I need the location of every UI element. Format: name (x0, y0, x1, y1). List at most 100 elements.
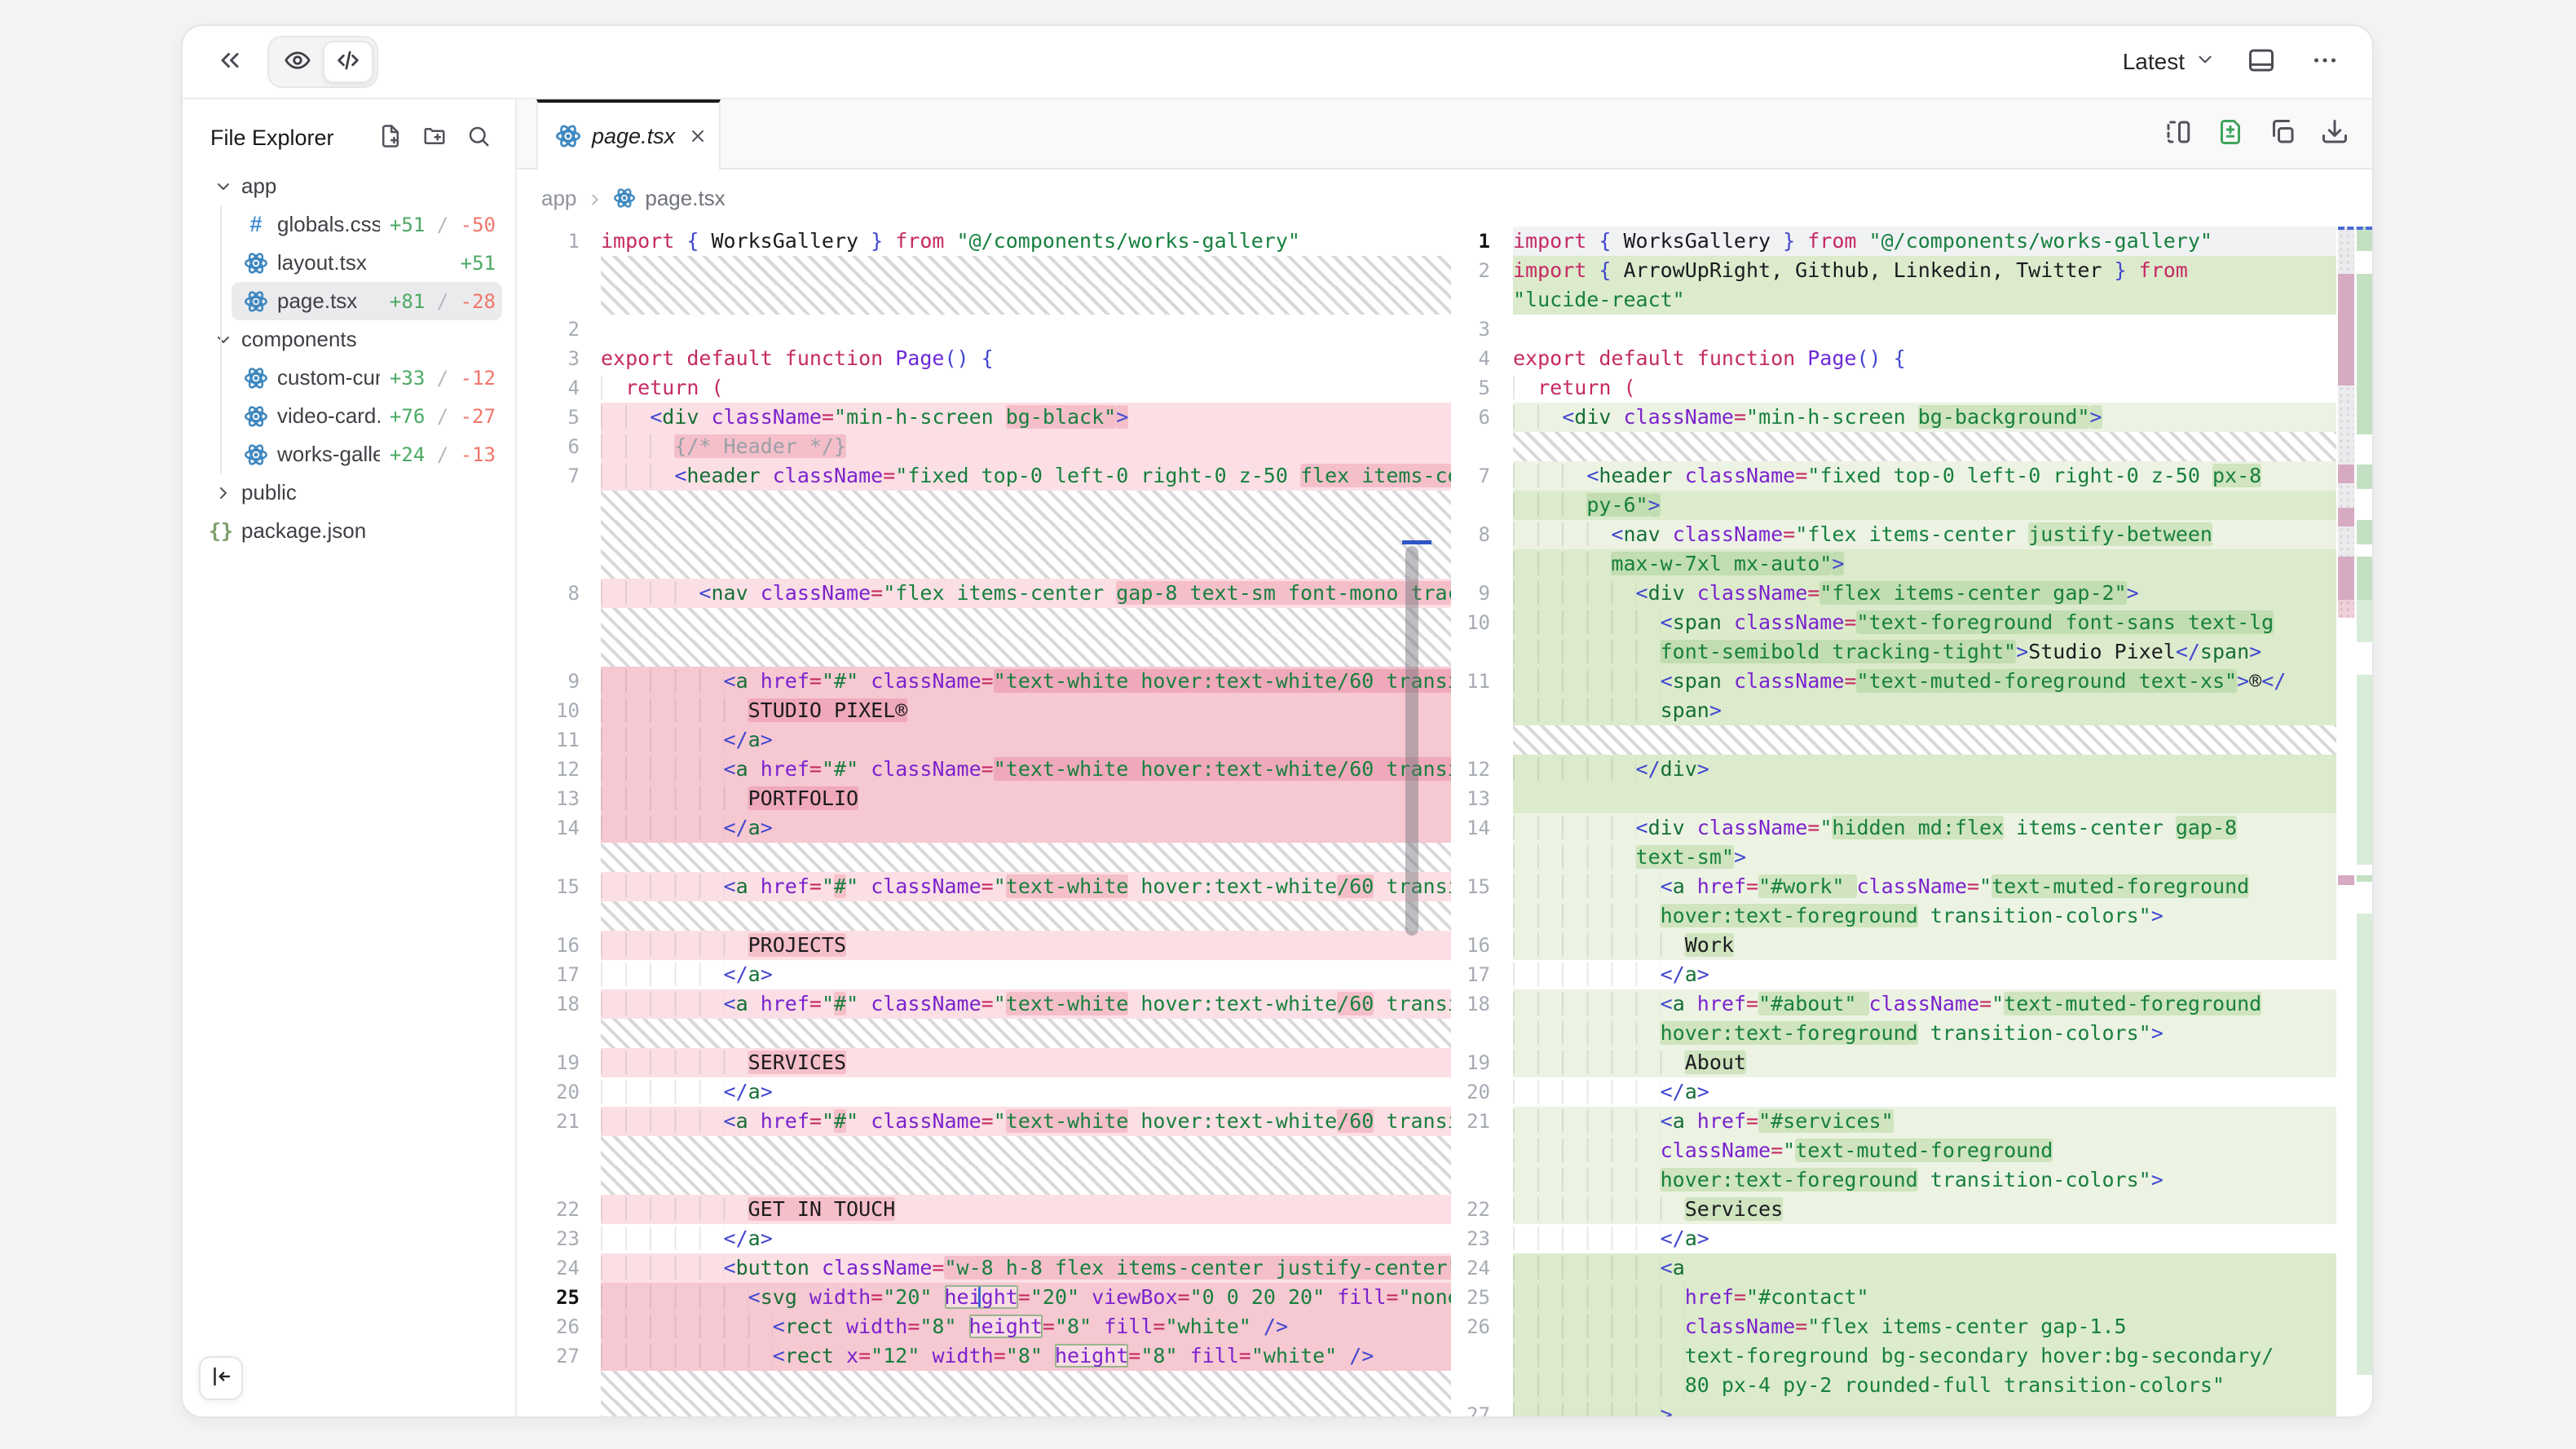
diff-overview-ruler[interactable] (2336, 227, 2372, 1416)
breadcrumb-file[interactable]: page.tsx (645, 186, 725, 211)
diff-row-modified-22[interactable]: 15 <a href="#work" className="text-muted… (1451, 872, 2336, 901)
breadcrumb-folder[interactable]: app (541, 186, 576, 211)
diff-row-original-33[interactable]: 22 GET IN TOUCH (517, 1195, 1451, 1224)
diff-row-original-31[interactable] (517, 1136, 1451, 1165)
tree-item-package.json[interactable]: {}package.json (196, 512, 502, 550)
diff-row-modified-40[interactable]: 27 > (1451, 1400, 2336, 1416)
tree-item-components[interactable]: components (196, 320, 502, 359)
diff-row-original-17[interactable]: 11 </a> (517, 725, 1451, 755)
diff-pane-original[interactable]: 1import { WorksGallery } from "@/compone… (517, 227, 1451, 1416)
diff-row-modified-15[interactable]: 11 <span className="text-muted-foregroun… (1451, 667, 2336, 696)
diff-row-modified-39[interactable]: 80 px-4 py-2 rounded-full transition-col… (1451, 1371, 2336, 1400)
diff-row-modified-6[interactable]: 6 <div className="min-h-screen bg-backgr… (1451, 403, 2336, 432)
diff-row-original-22[interactable]: 15 <a href="#" className="text-white hov… (517, 872, 1451, 901)
diff-row-modified-18[interactable]: 12 </div> (1451, 755, 2336, 784)
diff-row-modified-19[interactable]: 13 (1451, 784, 2336, 813)
vertical-scrollbar-thumb[interactable] (1405, 546, 1418, 936)
diff-row-modified-26[interactable]: 18 <a href="#about" className="text-mute… (1451, 989, 2336, 1019)
tree-item-app[interactable]: app (196, 167, 502, 205)
diff-row-modified-24[interactable]: 16 Work (1451, 931, 2336, 960)
diff-row-original-27[interactable] (517, 1019, 1451, 1048)
collapse-sidebar-button[interactable] (199, 1356, 243, 1400)
diff-row-modified-32[interactable]: hover:text-foreground transition-colors"… (1451, 1165, 2336, 1195)
diff-row-modified-34[interactable]: 23 </a> (1451, 1224, 2336, 1253)
diff-row-modified-37[interactable]: 26 className="flex items-center gap-1.5 (1451, 1312, 2336, 1341)
preview-toggle-button[interactable] (272, 41, 323, 83)
diff-row-modified-35[interactable]: 24 <a (1451, 1253, 2336, 1283)
diff-row-original-14[interactable] (517, 637, 1451, 667)
diff-row-modified-5[interactable]: 5 return ( (1451, 373, 2336, 403)
diff-row-original-12[interactable]: 8 <nav className="flex items-center gap-… (517, 579, 1451, 608)
tree-item-video-card.tsx[interactable]: video-card.tsx+76 / -27 (232, 397, 502, 435)
diff-row-modified-4[interactable]: 4export default function Page() { (1451, 344, 2336, 373)
diff-row-original-19[interactable]: 13 PORTFOLIO (517, 784, 1451, 813)
tree-item-works-galler-[interactable]: works-galler…+24 / -13 (232, 435, 502, 473)
close-tab-icon[interactable] (688, 126, 708, 146)
diff-row-modified-3[interactable]: 3 (1451, 315, 2336, 344)
diff-row-modified-21[interactable]: text-sm"> (1451, 843, 2336, 872)
diff-row-original-10[interactable] (517, 520, 1451, 549)
diff-row-modified-8[interactable]: 7 <header className="fixed top-0 left-0 … (1451, 461, 2336, 491)
diff-row-original-26[interactable]: 18 <a href="#" className="text-white hov… (517, 989, 1451, 1019)
tree-item-page.tsx[interactable]: page.tsx+81 / -28 (232, 282, 502, 320)
diff-row-modified-12[interactable]: 9 <div className="flex items-center gap-… (1451, 579, 2336, 608)
layout-panel-button[interactable] (2243, 44, 2279, 80)
diff-row-modified-11[interactable]: max-w-7xl mx-auto"> (1451, 549, 2336, 579)
tree-item-globals.css[interactable]: #globals.css+51 / -50 (232, 205, 502, 244)
diff-row-original-15[interactable]: 9 <a href="#" className="text-white hove… (517, 667, 1451, 696)
diff-row-modified-10[interactable]: 8 <nav className="flex items-center just… (1451, 520, 2336, 549)
diff-row-original-4[interactable]: 3export default function Page() { (517, 344, 1451, 373)
diff-row-original-36[interactable]: 25 <svg width="20" height="20" viewBox="… (517, 1283, 1451, 1312)
diff-row-modified-17[interactable] (1451, 725, 2336, 755)
diff-row-modified-23[interactable]: hover:text-foreground transition-colors"… (1451, 901, 2336, 931)
diff-row-modified-27[interactable]: hover:text-foreground transition-colors"… (1451, 1019, 2336, 1048)
diff-row-modified-36[interactable]: 25 href="#contact" (1451, 1283, 2336, 1312)
diff-row-original-34[interactable]: 23 </a> (517, 1224, 1451, 1253)
new-folder-icon[interactable] (422, 124, 447, 152)
diff-row-original-21[interactable] (517, 843, 1451, 872)
diff-row-original-7[interactable]: 6 {/* Header */} (517, 432, 1451, 461)
diff-row-original-18[interactable]: 12 <a href="#" className="text-white hov… (517, 755, 1451, 784)
diff-row-modified-33[interactable]: 22 Services (1451, 1195, 2336, 1224)
diff-row-original-8[interactable]: 7 <header className="fixed top-0 left-0 … (517, 461, 1451, 491)
diff-row-original-37[interactable]: 26 <rect width="8" height="8" fill="whit… (517, 1312, 1451, 1341)
file-diff-icon[interactable] (2216, 117, 2245, 151)
new-file-icon[interactable] (378, 124, 403, 152)
diff-row-original-9[interactable] (517, 491, 1451, 520)
search-icon[interactable] (466, 124, 491, 152)
diff-row-modified-16[interactable]: span> (1451, 696, 2336, 725)
diff-row-original-38[interactable]: 27 <rect x="12" width="8" height="8" fil… (517, 1341, 1451, 1371)
tree-item-layout.tsx[interactable]: layout.tsx+51 (232, 244, 502, 282)
diff-row-modified-38[interactable]: text-foreground bg-secondary hover:bg-se… (1451, 1341, 2336, 1371)
diff-row-original-23[interactable] (517, 901, 1451, 931)
tab-page-tsx[interactable]: page.tsx (536, 99, 721, 170)
diff-row-original-29[interactable]: 20 </a> (517, 1077, 1451, 1107)
diff-row-original-6[interactable]: 5 <div className="min-h-screen bg-black"… (517, 403, 1451, 432)
diff-row-original-5[interactable]: 4 return ( (517, 373, 1451, 403)
diff-row-modified-29[interactable]: 20 </a> (1451, 1077, 2336, 1107)
diff-row-modified-31[interactable]: className="text-muted-foreground (1451, 1136, 2336, 1165)
diff-row-original-0[interactable]: 1import { WorksGallery } from "@/compone… (517, 227, 1451, 256)
diff-row-modified-1[interactable]: 2import { ArrowUpRight, Github, Linkedin… (1451, 256, 2336, 285)
version-dropdown[interactable]: Latest (2123, 49, 2216, 76)
diff-row-original-30[interactable]: 21 <a href="#" className="text-white hov… (517, 1107, 1451, 1136)
diff-row-original-2[interactable] (517, 285, 1451, 315)
collapse-panel-button[interactable] (212, 44, 248, 80)
diff-row-original-32[interactable] (517, 1165, 1451, 1195)
diff-row-modified-14[interactable]: font-semibold tracking-tight">Studio Pix… (1451, 637, 2336, 667)
diff-row-modified-20[interactable]: 14 <div className="hidden md:flex items-… (1451, 813, 2336, 843)
code-toggle-button[interactable] (323, 41, 373, 83)
tree-item-public[interactable]: public (196, 473, 502, 512)
copy-icon[interactable] (2268, 117, 2297, 151)
diff-row-original-11[interactable] (517, 549, 1451, 579)
diff-row-modified-9[interactable]: py-6"> (1451, 491, 2336, 520)
diff-row-modified-7[interactable] (1451, 432, 2336, 461)
diff-row-modified-0[interactable]: 1import { WorksGallery } from "@/compone… (1451, 227, 2336, 256)
diff-row-original-28[interactable]: 19 SERVICES (517, 1048, 1451, 1077)
diff-row-original-24[interactable]: 16 PROJECTS (517, 931, 1451, 960)
diff-row-modified-28[interactable]: 19 About (1451, 1048, 2336, 1077)
diff-row-modified-25[interactable]: 17 </a> (1451, 960, 2336, 989)
diff-row-original-16[interactable]: 10 STUDIO PIXEL® (517, 696, 1451, 725)
diff-row-original-20[interactable]: 14 </a> (517, 813, 1451, 843)
diff-row-modified-30[interactable]: 21 <a href="#services" (1451, 1107, 2336, 1136)
